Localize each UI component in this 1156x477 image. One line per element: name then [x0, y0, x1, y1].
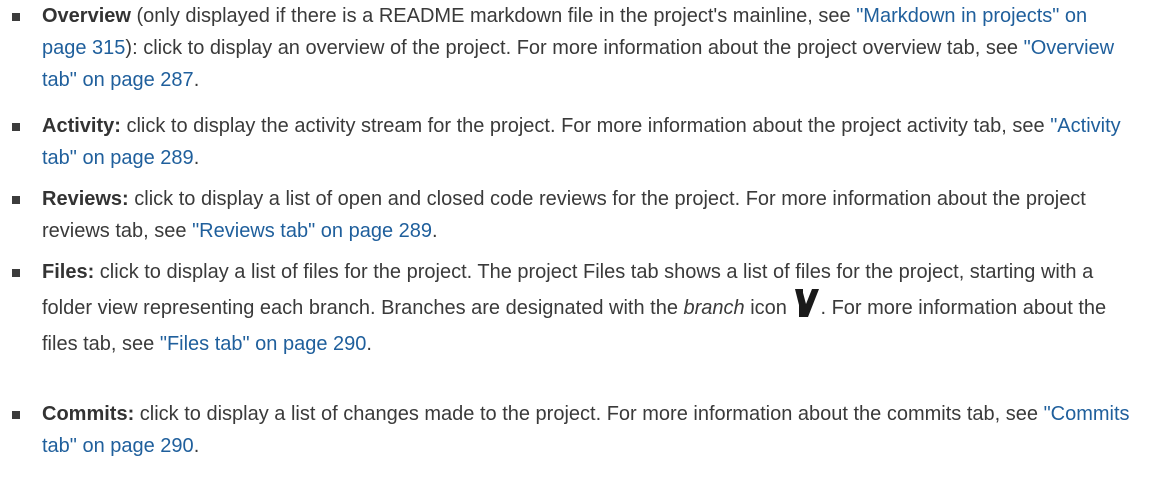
list-item-reviews: Reviews: click to display a list of open… [0, 183, 1156, 247]
files-tab-link[interactable]: "Files tab" on page 290 [160, 333, 367, 355]
item-text-end: . [193, 435, 200, 457]
reviews-tab-link[interactable]: "Reviews tab" on page 289 [192, 220, 432, 242]
bullet-marker [12, 13, 20, 21]
item-text-end: . [432, 220, 438, 242]
list-item-activity: Activity: click to display the activity … [0, 110, 1156, 174]
item-text-end: . [193, 147, 200, 169]
list-item-text: Activity: click to display the activity … [42, 110, 1156, 174]
item-title: Files: [42, 261, 95, 283]
branch-icon [794, 288, 820, 328]
list-item-text: Commits: click to display a list of chan… [42, 398, 1156, 462]
list-item-files: Files: click to display a list of files … [0, 256, 1156, 360]
list-item-overview: Overview (only displayed if there is a R… [0, 0, 1156, 96]
item-text-end: . [366, 333, 372, 355]
item-text: icon [744, 297, 793, 319]
item-text: (only displayed if there is a README mar… [130, 5, 857, 27]
bullet-marker [12, 269, 20, 277]
item-title: Commits: [42, 403, 135, 425]
list-item-commits: Commits: click to display a list of chan… [0, 398, 1156, 462]
item-title: Reviews: [42, 188, 129, 210]
item-italic-term: branch [683, 297, 745, 319]
item-title: Overview [42, 5, 131, 27]
bullet-marker [12, 123, 20, 131]
item-text: click to display a list of changes made … [134, 403, 1044, 425]
item-text-end: . [193, 69, 200, 91]
item-title: Activity: [42, 115, 121, 137]
list-item-text: Files: click to display a list of files … [42, 256, 1156, 360]
item-text: ): click to display an overview of the p… [125, 37, 1024, 59]
list-item-text: Reviews: click to display a list of open… [42, 183, 1156, 247]
list-item-text: Overview (only displayed if there is a R… [42, 0, 1156, 96]
bullet-marker [12, 411, 20, 419]
bullet-marker [12, 196, 20, 204]
item-text: click to display the activity stream for… [120, 115, 1051, 137]
